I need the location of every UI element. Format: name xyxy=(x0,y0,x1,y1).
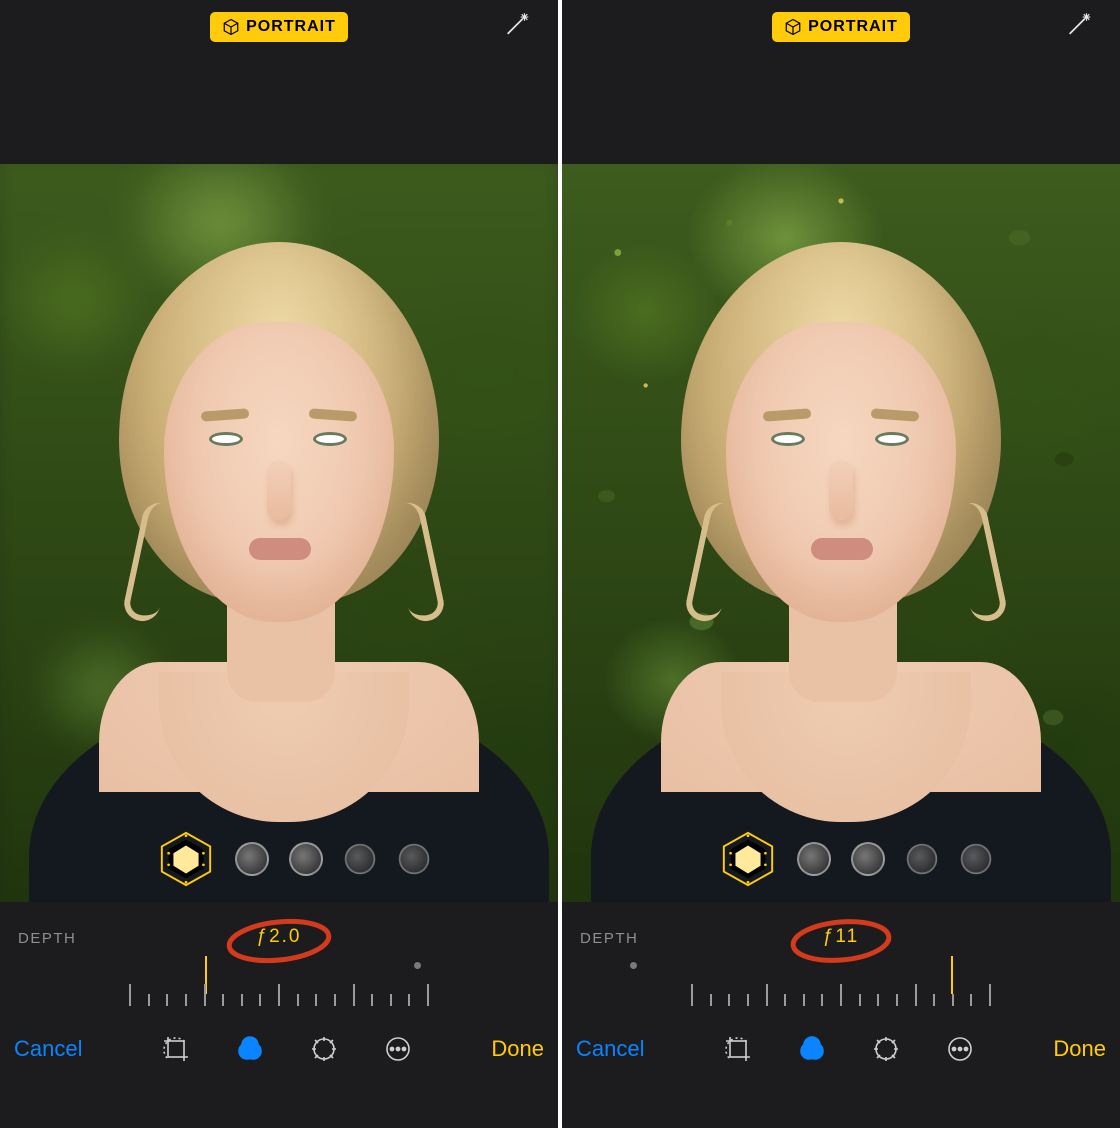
adjust-tool[interactable] xyxy=(869,1032,903,1066)
depth-label: DEPTH xyxy=(580,930,638,947)
done-button[interactable]: Done xyxy=(1053,1036,1106,1062)
lighting-option-2[interactable] xyxy=(797,842,831,876)
mode-label: PORTRAIT xyxy=(246,18,336,36)
depth-slider[interactable] xyxy=(691,970,991,1006)
lighting-natural-selected[interactable] xyxy=(719,830,777,888)
depth-label: DEPTH xyxy=(18,930,76,947)
depth-control: DEPTH ƒ11 xyxy=(562,902,1120,1012)
portrait-mode-button[interactable]: PORTRAIT xyxy=(210,12,348,42)
mode-label: PORTRAIT xyxy=(808,18,898,36)
lighting-option-2[interactable] xyxy=(235,842,269,876)
lighting-option-3[interactable] xyxy=(851,842,885,876)
auto-enhance-button[interactable] xyxy=(502,10,532,45)
f-stop-value: ƒ11 xyxy=(823,926,859,948)
top-bar: PORTRAIT xyxy=(0,0,558,54)
wand-icon xyxy=(1064,10,1094,40)
depth-control: DEPTH ƒ2.0 xyxy=(0,902,558,1012)
photo-subject xyxy=(29,202,529,902)
bottom-bar: Cancel Done xyxy=(0,1012,558,1086)
more-tool[interactable] xyxy=(381,1032,415,1066)
done-button[interactable]: Done xyxy=(491,1036,544,1062)
depth-slider[interactable] xyxy=(129,970,429,1006)
lighting-option-3[interactable] xyxy=(289,842,323,876)
bottom-bar: Cancel Done xyxy=(562,1012,1120,1086)
default-depth-dot xyxy=(414,962,421,969)
photo-subject xyxy=(591,202,1091,902)
f-stop-value: ƒ2.0 xyxy=(257,926,302,948)
photo-preview[interactable] xyxy=(0,164,558,902)
filters-tool[interactable] xyxy=(233,1032,267,1066)
crop-tool[interactable] xyxy=(721,1032,755,1066)
top-bar: PORTRAIT xyxy=(562,0,1120,54)
default-depth-dot xyxy=(630,962,637,969)
comparison-container: PORTRAIT xyxy=(0,0,1120,1128)
cube-icon xyxy=(784,18,802,36)
tool-row xyxy=(721,1032,977,1066)
adjust-tool[interactable] xyxy=(307,1032,341,1066)
wand-icon xyxy=(502,10,532,40)
cancel-button[interactable]: Cancel xyxy=(14,1036,82,1062)
lighting-style-picker[interactable] xyxy=(157,830,401,888)
lighting-option-5[interactable] xyxy=(399,844,430,875)
spacer xyxy=(562,54,1120,164)
tool-row xyxy=(159,1032,415,1066)
lighting-option-4[interactable] xyxy=(907,844,938,875)
phone-right: PORTRAIT xyxy=(562,0,1120,1128)
spacer xyxy=(0,54,558,164)
auto-enhance-button[interactable] xyxy=(1064,10,1094,45)
cube-icon xyxy=(222,18,240,36)
phone-left: PORTRAIT xyxy=(0,0,558,1128)
lighting-option-4[interactable] xyxy=(345,844,376,875)
lighting-style-picker[interactable] xyxy=(719,830,963,888)
crop-tool[interactable] xyxy=(159,1032,193,1066)
portrait-mode-button[interactable]: PORTRAIT xyxy=(772,12,910,42)
lighting-option-5[interactable] xyxy=(961,844,992,875)
cancel-button[interactable]: Cancel xyxy=(576,1036,644,1062)
lighting-natural-selected[interactable] xyxy=(157,830,215,888)
more-tool[interactable] xyxy=(943,1032,977,1066)
filters-tool[interactable] xyxy=(795,1032,829,1066)
photo-preview[interactable] xyxy=(562,164,1120,902)
